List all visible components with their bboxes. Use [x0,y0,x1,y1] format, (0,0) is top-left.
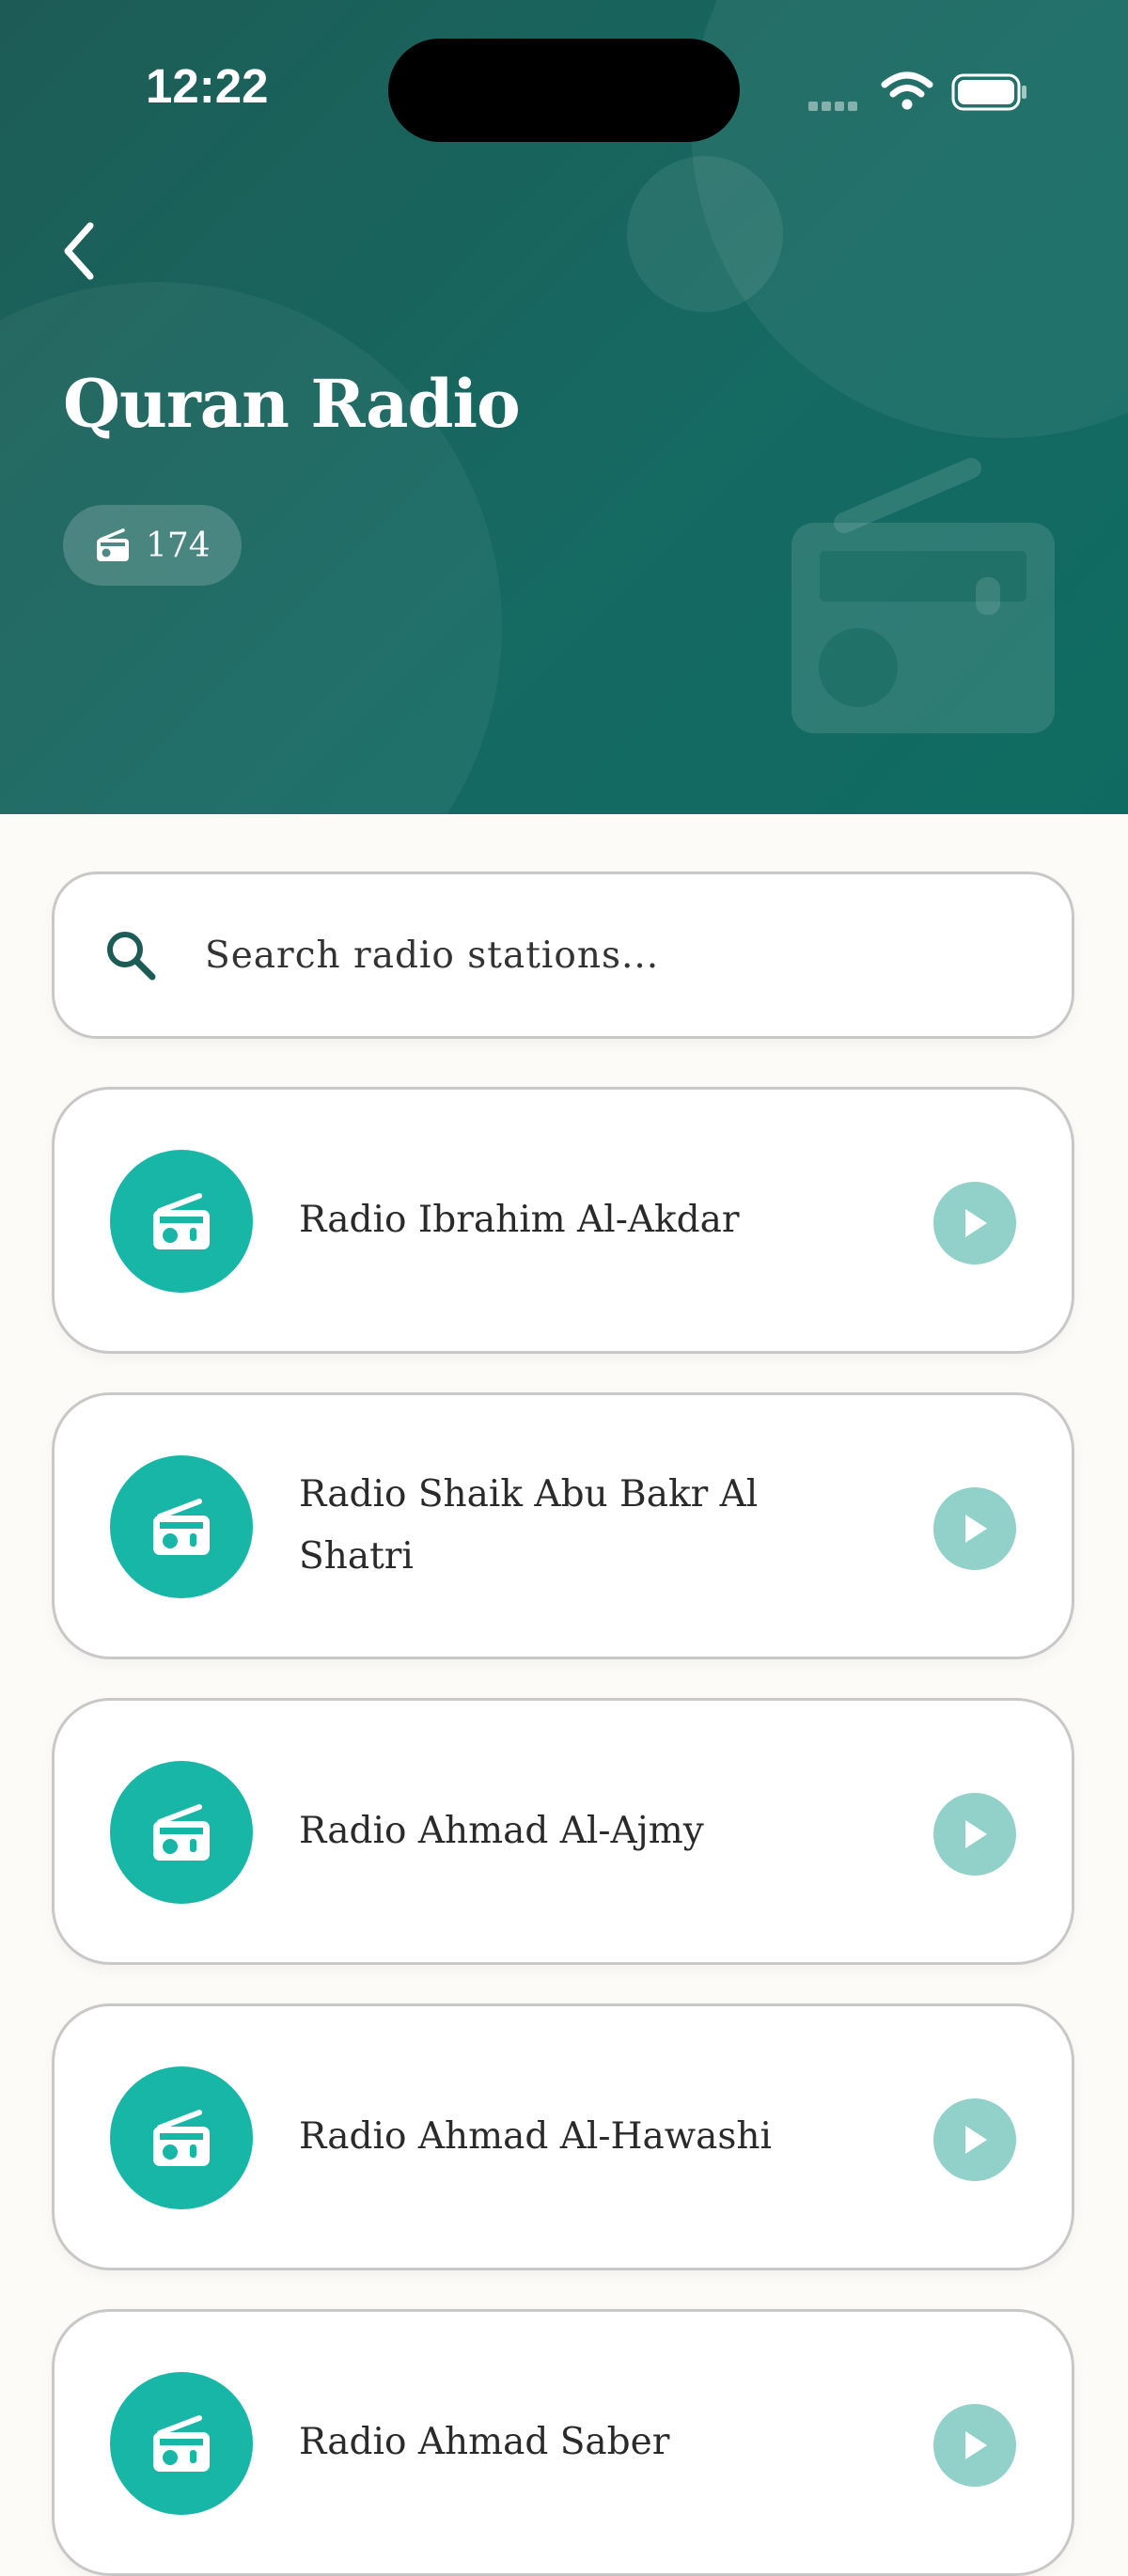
station-name: Radio Ahmad Saber [299,2421,670,2463]
station-avatar [110,1761,253,1904]
radio-watermark-icon [791,458,1055,733]
station-avatar [110,2066,253,2209]
station-count-badge: 174 [63,505,242,586]
station-avatar [110,2372,253,2515]
play-button[interactable] [933,1793,1016,1876]
battery-icon [951,73,1026,111]
dynamic-island [388,39,740,142]
radio-icon [153,2110,210,2166]
play-button[interactable] [933,2098,1016,2181]
station-card[interactable]: Radio Ibrahim Al-Akdar [52,1087,1074,1354]
search-input[interactable] [203,933,978,978]
search-icon [103,928,158,982]
play-icon [965,1515,987,1543]
station-avatar [110,1150,253,1293]
station-name: Radio Ahmad Al-Hawashi [299,2115,773,2158]
radio-icon [153,1193,210,1249]
cellular-signal-icon [808,97,861,115]
radio-icon [153,1499,210,1555]
radio-icon [95,528,131,562]
station-card[interactable]: Radio Ahmad Al-Hawashi [52,2003,1074,2270]
play-button[interactable] [933,1487,1016,1570]
station-count: 174 [146,526,211,565]
station-name: Radio Ahmad Al-Ajmy [299,1810,704,1852]
play-button[interactable] [933,2404,1016,2487]
play-icon [965,1209,987,1237]
decor-circle [627,156,783,312]
back-button[interactable] [55,218,111,284]
status-time: 12:22 [146,59,269,113]
station-avatar [110,1455,253,1598]
play-button[interactable] [933,1182,1016,1264]
station-name: Radio Shaik Abu Bakr Al Shatri [299,1473,759,1578]
radio-icon [153,1804,210,1861]
station-name: Radio Ibrahim Al-Akdar [299,1199,740,1241]
station-card[interactable]: Radio Ahmad Saber [52,2309,1074,2576]
wifi-icon [881,71,933,110]
search-bar[interactable] [52,872,1074,1039]
station-card[interactable]: Radio Shaik Abu Bakr Al Shatri [52,1392,1074,1659]
radio-icon [153,2415,210,2472]
play-icon [965,1820,987,1848]
play-icon [965,2126,987,2154]
play-icon [965,2431,987,2459]
station-card[interactable]: Radio Ahmad Al-Ajmy [52,1698,1074,1965]
header: 12:22 Quran Radio 174 [0,0,1128,814]
page-title: Quran Radio [63,365,521,443]
